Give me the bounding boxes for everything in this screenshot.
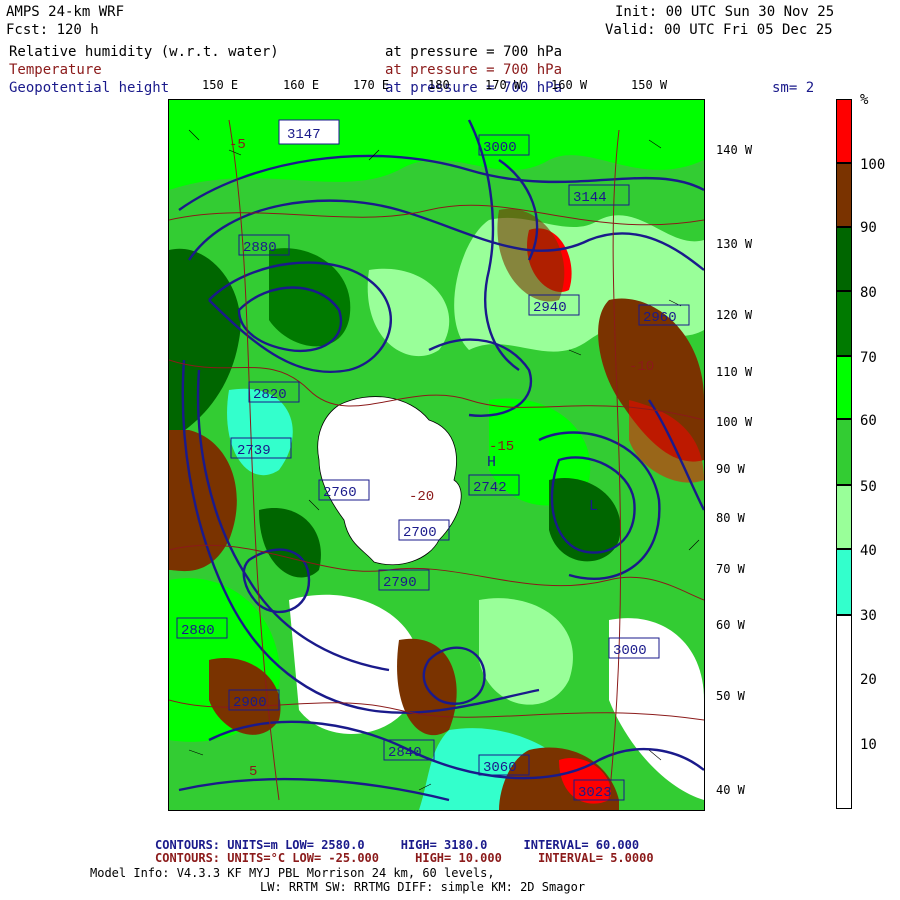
- lon-label: 130 W: [716, 237, 753, 251]
- colorbar-label: 40: [860, 543, 877, 559]
- model-info-line-1: Model Info: V4.3.3 KF MYJ PBL Morrison 2…: [90, 866, 495, 880]
- low-marker: L: [589, 498, 598, 515]
- lon-label: 90 W: [716, 462, 745, 476]
- lon-label: 120 W: [716, 308, 753, 322]
- lon-label: 80 W: [716, 511, 745, 525]
- temperature-label: -15: [489, 439, 514, 455]
- lon-label: 40 W: [716, 783, 745, 797]
- height-label: 2940: [533, 300, 567, 316]
- lon-label: 170 E: [353, 78, 390, 92]
- height-label: 3060: [483, 760, 517, 776]
- height-label: 2840: [388, 745, 422, 761]
- lon-label: 100 W: [716, 415, 753, 429]
- height-label: 2880: [243, 240, 277, 256]
- field-temp-level: at pressure = 700 hPa: [385, 62, 563, 78]
- colorbar-bin: [836, 99, 852, 163]
- temperature-label: -5: [229, 137, 246, 153]
- model-title: AMPS 24-km WRF: [6, 4, 125, 20]
- lon-label: 160 E: [283, 78, 320, 92]
- height-label: 3023: [578, 785, 612, 801]
- lon-label: 180: [428, 78, 450, 92]
- valid-time: Valid: 00 UTC Fri 05 Dec 25: [605, 22, 833, 38]
- colorbar-label: 30: [860, 608, 877, 624]
- colorbar-bin: [836, 163, 852, 227]
- height-label: 2700: [403, 525, 437, 541]
- lon-label: 150 E: [202, 78, 239, 92]
- field-height-name: Geopotential height: [9, 80, 170, 96]
- model-info-line-2: LW: RRTM SW: RRTMG DIFF: simple KM: 2D S…: [260, 880, 586, 894]
- colorbar-label: 70: [860, 350, 877, 366]
- high-marker: H: [487, 454, 496, 471]
- temperature-label: 5: [249, 764, 257, 780]
- lon-label: 50 W: [716, 689, 745, 703]
- field-rh-level: at pressure = 700 hPa: [385, 44, 563, 60]
- field-height-level: at pressure = 700 hPa: [385, 80, 563, 96]
- temperature-label: -20: [409, 489, 434, 505]
- height-label: 2900: [233, 695, 267, 711]
- field-rh-name: Relative humidity (w.r.t. water): [9, 44, 279, 60]
- height-label: 3144: [573, 190, 607, 206]
- colorbar-label: 10: [860, 737, 877, 753]
- colorbar-bin: [836, 549, 852, 615]
- height-label: 3000: [483, 140, 517, 156]
- lon-label: 60 W: [716, 618, 745, 632]
- height-label: 2880: [181, 623, 215, 639]
- map-panel: 3147 3000 3144 2880 2940 2820 2760 2700 …: [168, 99, 705, 811]
- colorbar-label: 80: [860, 285, 877, 301]
- colorbar-bin: [836, 615, 852, 809]
- lon-label: 140 W: [716, 143, 753, 157]
- height-label: 2960: [643, 310, 677, 326]
- colorbar: [836, 99, 852, 809]
- colorbar-label: 60: [860, 413, 877, 429]
- lon-label: 150 W: [631, 78, 668, 92]
- smoothing-label: sm= 2: [772, 80, 815, 96]
- temperature-label: -10: [629, 359, 654, 375]
- height-label: 3147: [287, 127, 321, 143]
- height-label: 2760: [323, 485, 357, 501]
- colorbar-label: 100: [860, 157, 886, 173]
- colorbar-label: 20: [860, 672, 877, 688]
- height-contour-info: CONTOURS: UNITS=m LOW= 2580.0 HIGH= 3180…: [155, 838, 640, 852]
- height-label: 3000: [613, 643, 647, 659]
- map-canvas: 3147 3000 3144 2880 2940 2820 2760 2700 …: [169, 100, 704, 810]
- init-time: Init: 00 UTC Sun 30 Nov 25: [615, 4, 835, 20]
- lon-label: 170 W: [485, 78, 522, 92]
- height-label: 2742: [473, 480, 507, 496]
- temp-contour-info: CONTOURS: UNITS=°C LOW= -25.000 HIGH= 10…: [155, 851, 654, 865]
- colorbar-bin: [836, 356, 852, 419]
- height-label: 2739: [237, 443, 271, 459]
- lon-label: 160 W: [551, 78, 588, 92]
- lon-label: 70 W: [716, 562, 745, 576]
- lon-label: 110 W: [716, 365, 753, 379]
- height-label: 2790: [383, 575, 417, 591]
- height-label: 2820: [253, 387, 287, 403]
- colorbar-bin: [836, 485, 852, 549]
- colorbar-bin: [836, 291, 852, 356]
- colorbar-label: 50: [860, 479, 877, 495]
- colorbar-bin: [836, 227, 852, 291]
- field-temp-name: Temperature: [9, 62, 102, 78]
- forecast-hour: Fcst: 120 h: [6, 22, 99, 38]
- colorbar-unit: %: [860, 92, 869, 108]
- colorbar-label: 90: [860, 220, 877, 236]
- colorbar-bin: [836, 419, 852, 485]
